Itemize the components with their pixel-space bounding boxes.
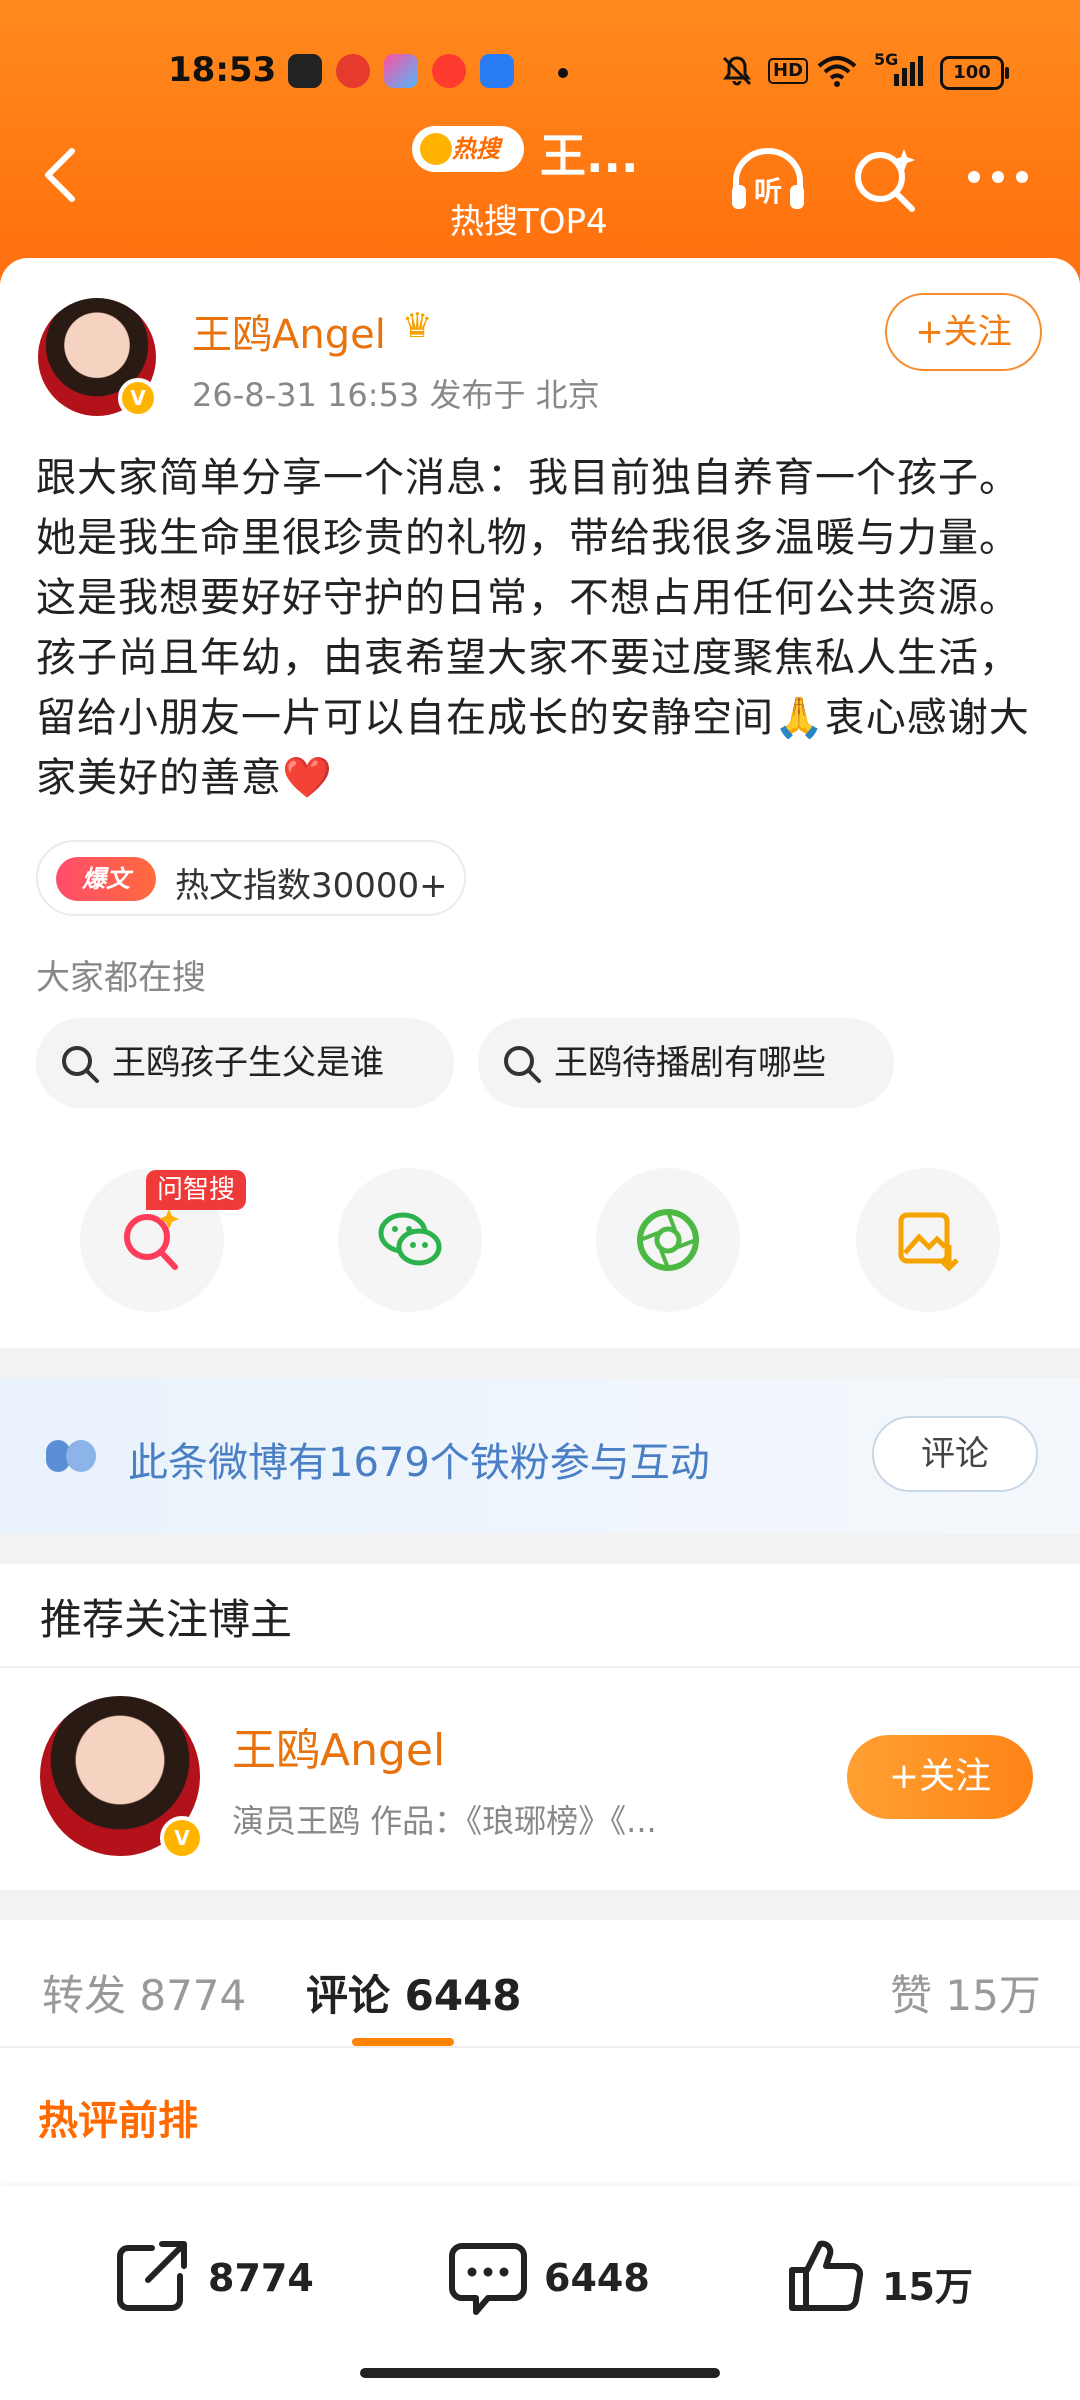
crown-icon: ♛: [402, 306, 433, 346]
app-notification-icon: [480, 54, 514, 88]
back-arrow-icon: [45, 148, 75, 202]
comment-button[interactable]: 6448: [446, 2236, 650, 2326]
search-chip-label: 王鸥孩子生父是谁: [112, 1043, 384, 1083]
headphones-icon: 听: [732, 148, 804, 209]
everyone-searching-label: 大家都在搜: [36, 958, 206, 998]
hot-index-text: 热文指数30000+: [175, 866, 448, 906]
save-image-icon: [898, 1212, 959, 1272]
follow-button[interactable]: +关注: [885, 293, 1042, 371]
comment-icon: [449, 2243, 527, 2315]
iron-fans-text: 此条微博有1679个铁粉参与互动: [128, 1440, 710, 1486]
hot-search-badge-label: 热搜: [452, 135, 500, 163]
post-content: 跟大家简单分享一个消息：我目前独自养育一个孩子。她是我生命里很珍贵的礼物，带给我…: [36, 455, 1030, 801]
iron-fans-banner[interactable]: 此条微博有1679个铁粉参与互动 评论: [0, 1378, 1080, 1534]
verified-badge-icon: V: [118, 378, 158, 418]
hot-index-pill[interactable]: 爆文 热文指数30000+: [36, 840, 466, 916]
fans-badge-icon: [46, 1440, 96, 1472]
ai-search-icon: [124, 1209, 179, 1270]
author-name[interactable]: 王鸥Angel: [192, 302, 386, 360]
hot-comments-label: 热评前排: [38, 2098, 198, 2144]
mute-icon: [720, 54, 754, 94]
weibo-notification-icon: [336, 54, 370, 88]
search-sparkle-icon: [855, 149, 915, 212]
hd-icon: HD: [768, 58, 809, 84]
active-tab-indicator: [352, 2038, 454, 2046]
repost-icon: [117, 2241, 187, 2311]
like-button[interactable]: 15万: [786, 2236, 986, 2326]
thumbs-up-icon: [789, 2240, 864, 2311]
more-button[interactable]: [960, 145, 1030, 215]
ask-smart-search-tag: 问智搜: [146, 1170, 246, 1210]
tab-comment[interactable]: 评论 6448: [306, 1962, 522, 2023]
wechat-icon: [378, 1212, 442, 1266]
tab-repost[interactable]: 转发 8774: [42, 1962, 246, 2023]
status-time: 18:53: [168, 50, 277, 90]
verified-badge-icon: V: [160, 1816, 204, 1860]
listen-button[interactable]: 听: [728, 145, 804, 215]
divider: [0, 1666, 1080, 1668]
save-image-button[interactable]: [856, 1168, 1000, 1312]
hot-article-tag: 爆文: [56, 857, 156, 901]
like-count: 15万: [882, 2265, 973, 2309]
signal-bars-icon: [880, 54, 924, 94]
back-button[interactable]: [36, 145, 86, 205]
recommend-title: 推荐关注博主: [40, 1595, 293, 1644]
hot-search-rank: 热搜TOP4: [450, 202, 608, 242]
home-indicator[interactable]: [360, 2368, 720, 2378]
recommend-follow-button[interactable]: +关注: [847, 1735, 1033, 1819]
recommend-name[interactable]: 王鸥Angel: [232, 1714, 445, 1778]
app-notification-icon: [288, 54, 322, 88]
listen-label: 听: [754, 175, 782, 208]
share-wechat-button[interactable]: [338, 1168, 482, 1312]
app-notification-icon: [384, 54, 418, 88]
status-bar: 18:53 HD 5G 100: [0, 48, 1080, 98]
search-chip-label: 王鸥待播剧有哪些: [554, 1043, 826, 1083]
repost-button[interactable]: 8774: [112, 2236, 314, 2326]
tab-like[interactable]: 赞 15万: [890, 1962, 1041, 2023]
fans-comment-button[interactable]: 评论: [872, 1416, 1038, 1492]
search-chip[interactable]: 王鸥待播剧有哪些: [478, 1018, 894, 1108]
hot-search-title[interactable]: 王...: [540, 120, 638, 186]
search-icon: [504, 1046, 541, 1083]
divider: [0, 2046, 1080, 2048]
comment-count: 6448: [544, 2256, 650, 2300]
post-meta: 26-8-31 16:53 发布于 北京: [192, 376, 600, 414]
share-moments-button[interactable]: [596, 1168, 740, 1312]
more-notifications-dot: [558, 68, 568, 78]
battery-indicator: 100: [940, 56, 1009, 90]
wifi-icon: [816, 54, 858, 94]
search-icon: [420, 133, 452, 165]
repost-count: 8774: [208, 2256, 314, 2300]
search-icon: [62, 1046, 99, 1083]
recommend-desc: 演员王鸥 作品：《琅琊榜》《...: [232, 1802, 657, 1840]
moments-icon: [637, 1209, 699, 1271]
app-notification-icon: [432, 54, 466, 88]
hot-search-badge[interactable]: 热搜: [412, 126, 524, 172]
recommend-section: 推荐关注博主 V 王鸥Angel 演员王鸥 作品：《琅琊榜》《... +关注: [0, 1564, 1080, 1890]
ai-search-button[interactable]: [850, 145, 920, 215]
more-dots-icon: [968, 171, 1028, 183]
header: 18:53 HD 5G 100 热搜 王... 热搜TOP4 听: [0, 0, 1080, 300]
search-chip[interactable]: 王鸥孩子生父是谁: [36, 1018, 454, 1108]
